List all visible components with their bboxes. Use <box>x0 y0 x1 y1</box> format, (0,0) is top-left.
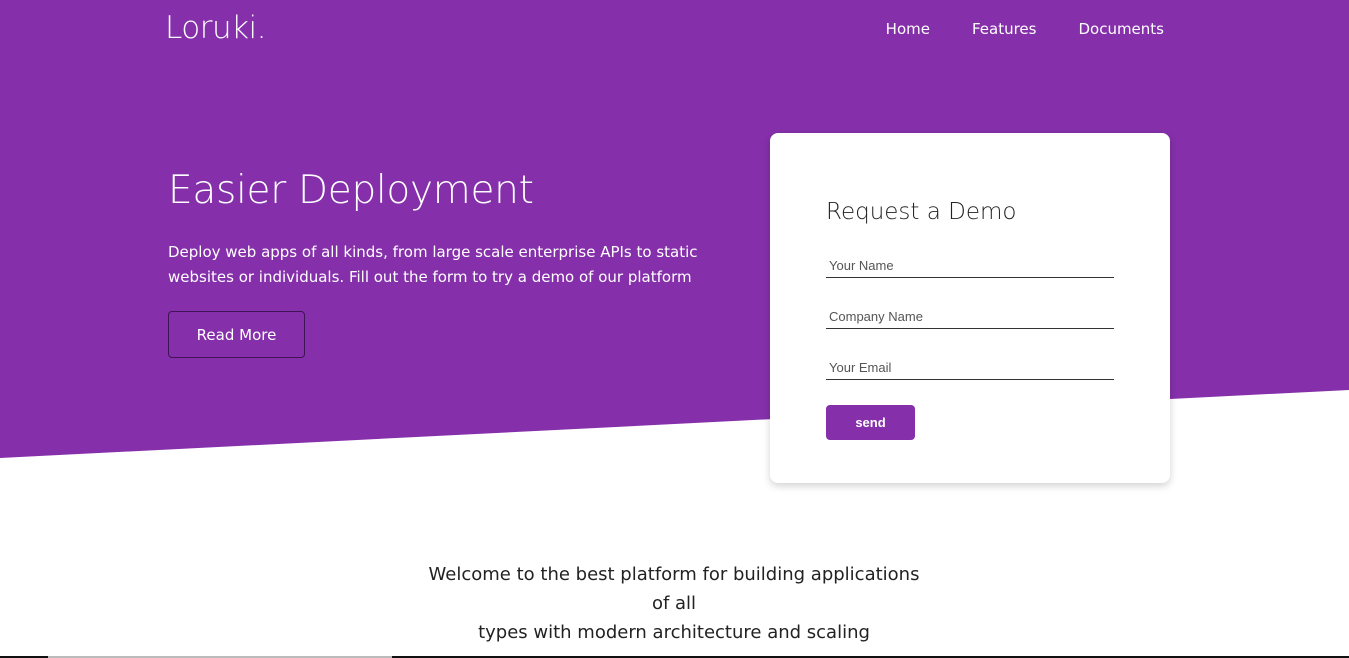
send-button[interactable]: send <box>826 405 915 440</box>
main-nav: Home Features Documents <box>886 20 1164 38</box>
email-field[interactable] <box>826 356 1114 380</box>
company-field[interactable] <box>826 305 1114 329</box>
hero-description: Deploy web apps of all kinds, from large… <box>168 243 698 286</box>
welcome-text: Welcome to the best platform for buildin… <box>424 560 924 647</box>
nav-documents-link[interactable]: Documents <box>1078 20 1164 38</box>
name-field[interactable] <box>826 254 1114 278</box>
logo[interactable]: Loruki. <box>165 10 267 46</box>
read-more-button[interactable]: Read More <box>168 311 305 358</box>
nav-home-link[interactable]: Home <box>886 20 930 38</box>
demo-request-card: Request a Demo send <box>770 133 1170 483</box>
hero-title: Easier Deployment <box>168 168 534 213</box>
welcome-line-1: Welcome to the best platform for buildin… <box>428 564 920 614</box>
demo-form-title: Request a Demo <box>826 199 1017 225</box>
nav-features-link[interactable]: Features <box>972 20 1037 38</box>
page: Loruki. Home Features Documents Easier D… <box>0 0 1349 658</box>
welcome-line-2: types with modern architecture and scali… <box>478 622 870 643</box>
